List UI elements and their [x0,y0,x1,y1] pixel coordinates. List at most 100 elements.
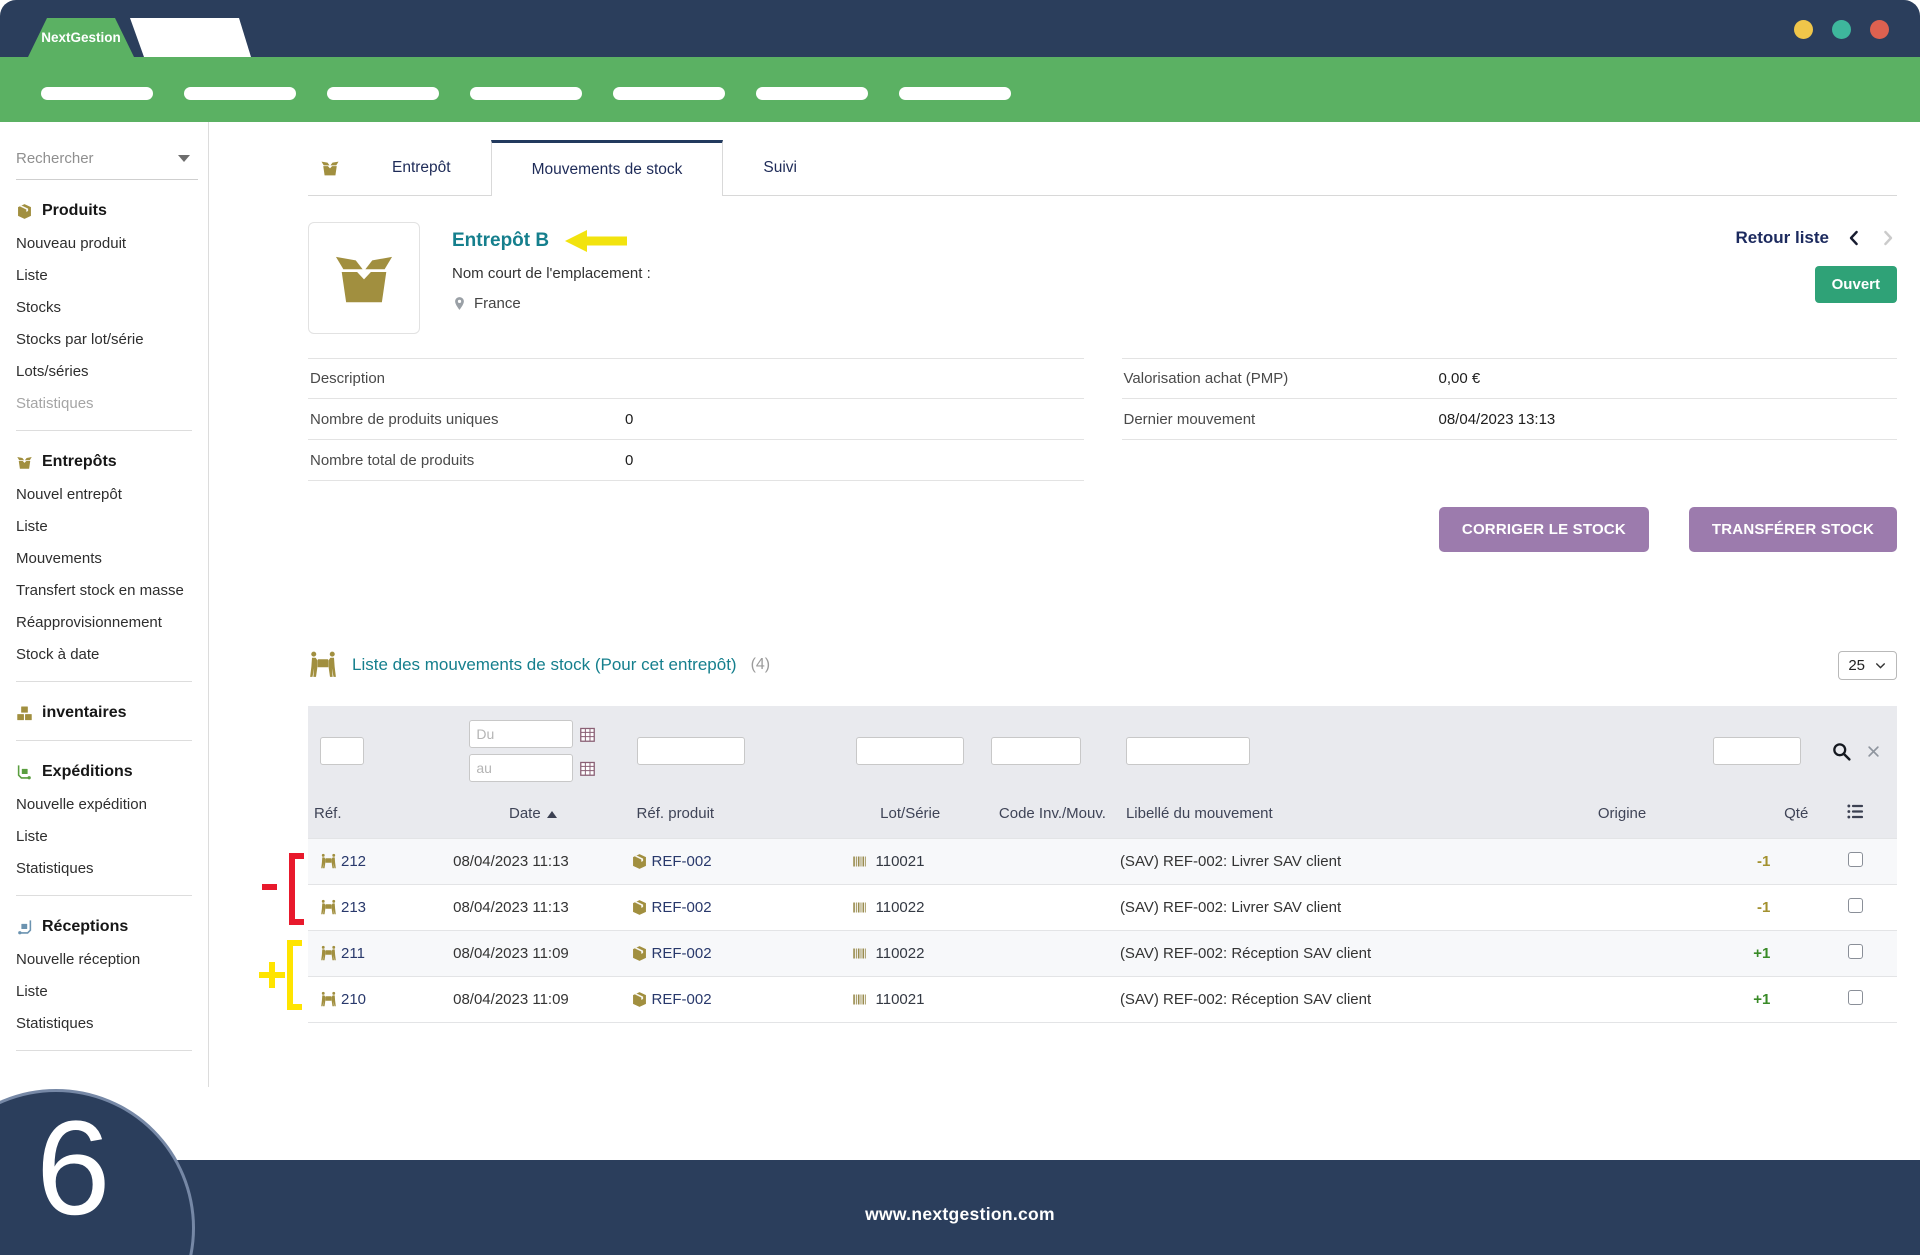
col-date[interactable]: Date [435,788,630,839]
search-icon[interactable] [1831,741,1852,762]
col-options[interactable] [1814,788,1897,839]
col-ref[interactable]: Réf. [308,788,435,839]
product-ref-link[interactable]: REF-002 [652,853,712,870]
row-checkbox[interactable] [1848,944,1863,959]
sidebar-item-receptions-liste[interactable]: Liste [16,983,198,1000]
sidebar-heading-expeditions[interactable]: Expéditions [16,763,198,781]
sidebar-item-stocks-par-lot[interactable]: Stocks par lot/série [16,331,198,348]
movements-list-title: Liste des mouvements de stock (Pour cet … [352,655,737,675]
movement-ref-link[interactable]: 210 [341,991,366,1008]
annotation-arrow-left-icon [565,230,627,252]
tab-suivi[interactable]: Suivi [723,140,837,195]
lot-number[interactable]: 110022 [876,945,925,962]
movement-label: (SAV) REF-002: Réception SAV client [1120,977,1544,1023]
sidebar-item-nouvel-entrepot[interactable]: Nouvel entrepôt [16,486,198,503]
chevron-right-icon[interactable] [1879,229,1897,247]
sidebar-item-receptions-statistiques[interactable]: Statistiques [16,1015,198,1032]
filter-date-from-input[interactable] [469,720,573,748]
detail-value: 0 [625,411,633,428]
product-ref-link[interactable]: REF-002 [652,899,712,916]
sidebar-item-entrepots-liste[interactable]: Liste [16,518,198,535]
correct-stock-button[interactable]: CORRIGER LE STOCK [1439,507,1649,552]
detail-row: Nombre total de produits 0 [308,440,1084,481]
sidebar-item-produits-liste[interactable]: Liste [16,267,198,284]
nav-pill[interactable] [613,87,725,100]
warehouse-icon [320,158,340,178]
chevron-left-icon[interactable] [1845,229,1863,247]
movement-icon [320,945,337,962]
maximize-button[interactable] [1832,20,1851,39]
lot-number[interactable]: 110021 [876,991,925,1008]
sidebar-heading-produits[interactable]: Produits [16,202,198,220]
warehouse-info: Entrepôt B Nom court de l'emplacement : … [452,222,1703,334]
row-checkbox[interactable] [1848,898,1863,913]
sidebar-item-nouvelle-expedition[interactable]: Nouvelle expédition [16,796,198,813]
nav-pill[interactable] [899,87,1011,100]
sidebar-item-reapprovisionnement[interactable]: Réapprovisionnement [16,614,198,631]
sidebar-item-produits-statistiques[interactable]: Statistiques [16,395,198,412]
minimize-button[interactable] [1794,20,1813,39]
filter-product-input[interactable] [637,737,745,765]
movement-origin [1544,885,1700,931]
sidebar-item-expeditions-statistiques[interactable]: Statistiques [16,860,198,877]
sidebar-item-transfert-stock[interactable]: Transfert stock en masse [16,582,198,599]
tab-entrepot[interactable]: Entrepôt [352,140,491,195]
sidebar-heading-inventaires[interactable]: inventaires [16,704,198,722]
lot-number[interactable]: 110021 [876,853,925,870]
browser-tab-placeholder[interactable] [130,18,251,57]
col-product[interactable]: Réf. produit [631,788,836,839]
section-title: Produits [42,202,107,220]
calendar-icon[interactable] [579,760,596,777]
sidebar-search-select[interactable]: Rechercher [16,146,198,180]
filter-label-input[interactable] [1126,737,1250,765]
tab-warehouse-icon[interactable] [308,140,352,195]
nav-pill[interactable] [41,87,153,100]
detail-row: Dernier mouvement 08/04/2023 13:13 [1122,399,1898,440]
nav-pill[interactable] [327,87,439,100]
lot-number[interactable]: 110022 [876,899,925,916]
product-ref-link[interactable]: REF-002 [652,991,712,1008]
sidebar-item-expeditions-liste[interactable]: Liste [16,828,198,845]
sidebar-heading-entrepots[interactable]: Entrepôts [16,453,198,471]
status-open-button[interactable]: Ouvert [1815,266,1897,303]
tab-mouvements-de-stock[interactable]: Mouvements de stock [491,140,724,196]
col-code[interactable]: Code Inv./Mouv. [985,788,1120,839]
sidebar-item-mouvements[interactable]: Mouvements [16,550,198,567]
divider [16,895,192,896]
col-lot[interactable]: Lot/Série [836,788,985,839]
filter-ref-input[interactable] [320,737,364,765]
detail-value: 0,00 € [1439,370,1481,387]
sidebar-heading-receptions[interactable]: Réceptions [16,918,198,936]
detail-label: Description [310,370,625,387]
sidebar-item-lots-series[interactable]: Lots/séries [16,363,198,380]
filter-date-to-input[interactable] [469,754,573,782]
movement-ref-link[interactable]: 212 [341,853,366,870]
back-to-list-link[interactable]: Retour liste [1735,228,1829,248]
page-size-select[interactable]: 25 [1838,651,1897,680]
nav-pill[interactable] [470,87,582,100]
col-qty[interactable]: Qté [1700,788,1814,839]
calendar-icon[interactable] [579,726,596,743]
warehouse-icon [16,454,33,471]
title-bar: NextGestion [0,0,1920,57]
close-button[interactable] [1870,20,1889,39]
col-origin[interactable]: Origine [1544,788,1700,839]
product-ref-link[interactable]: REF-002 [652,945,712,962]
filter-qty-input[interactable] [1713,737,1801,765]
brand-tab[interactable]: NextGestion [28,18,134,57]
sidebar-item-stocks[interactable]: Stocks [16,299,198,316]
movement-ref-link[interactable]: 213 [341,899,366,916]
sidebar-item-nouvelle-reception[interactable]: Nouvelle réception [16,951,198,968]
transfer-stock-button[interactable]: TRANSFÉRER STOCK [1689,507,1897,552]
sidebar-item-stock-a-date[interactable]: Stock à date [16,646,198,663]
sidebar-item-nouveau-produit[interactable]: Nouveau produit [16,235,198,252]
clear-filters-icon[interactable] [1866,744,1881,759]
filter-code-input[interactable] [991,737,1081,765]
row-checkbox[interactable] [1848,852,1863,867]
row-checkbox[interactable] [1848,990,1863,1005]
filter-lot-input[interactable] [856,737,964,765]
col-label[interactable]: Libellé du mouvement [1120,788,1544,839]
movement-ref-link[interactable]: 211 [341,945,365,962]
nav-pill[interactable] [756,87,868,100]
nav-pill[interactable] [184,87,296,100]
